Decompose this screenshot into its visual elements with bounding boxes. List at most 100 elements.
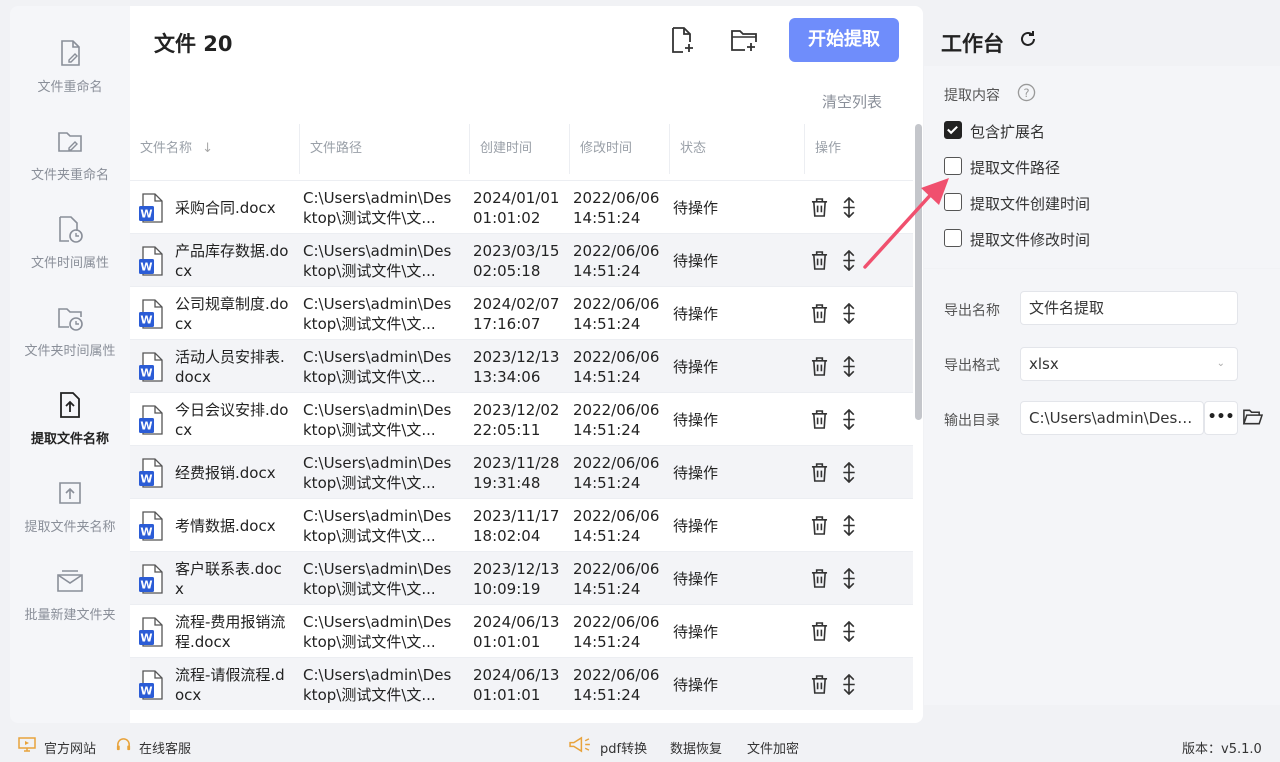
table-row[interactable]: W 客户联系表.docx C:\Users\admin\Desktop\测试文件\文…	[130, 551, 913, 604]
word-doc-icon: W	[139, 670, 163, 700]
status-cell: 待操作	[673, 499, 793, 552]
table-row[interactable]: W 今日会议安排.docx C:\Users\admin\Desktop\测试文件\…	[130, 392, 913, 445]
file-path-cell: C:\Users\admin\Desktop\测试文件\文...	[303, 393, 453, 446]
status-text: 待操作	[673, 675, 719, 694]
extract-path-label: 提取文件路径	[970, 159, 1061, 177]
move-icon[interactable]	[841, 568, 857, 589]
actions-cell	[803, 658, 903, 711]
file-encrypt-link[interactable]: 文件加密	[747, 738, 799, 757]
file-path: C:\Users\admin\Desktop\测试文件\文...	[303, 453, 452, 492]
table-row[interactable]: W 产品库存数据.docx C:\Users\admin\Desktop\测试文件\…	[130, 233, 913, 286]
svg-text:W: W	[140, 420, 152, 433]
modified-time-cell: 2022/06/06 14:51:24	[573, 605, 665, 658]
file-path: C:\Users\admin\Desktop\测试文件\文...	[303, 400, 452, 439]
file-name: 流程-请假流程.docx	[175, 665, 285, 704]
sidebar-item-extract-filename[interactable]: 提取文件名称	[10, 390, 130, 447]
sidebar-item-label: 文件重命名	[37, 80, 103, 95]
clear-list-button[interactable]: 清空列表	[822, 91, 882, 112]
file-path-cell: C:\Users\admin\Desktop\测试文件\文...	[303, 499, 453, 552]
svg-text:W: W	[140, 261, 152, 274]
sort-arrow-icon[interactable]: ↓	[202, 141, 213, 156]
table-row[interactable]: W 流程-请假流程.docx C:\Users\admin\Desktop\测试文件…	[130, 657, 913, 710]
modified-time: 2022/06/06 14:51:24	[573, 241, 660, 280]
file-name: 流程-费用报销流程.docx	[175, 612, 286, 651]
delete-icon[interactable]	[811, 622, 828, 641]
move-icon[interactable]	[841, 621, 857, 642]
data-recovery-link[interactable]: 数据恢复	[670, 738, 722, 757]
file-list-panel: 文件 20 开始提取 清空列表 文件名称 ↓ 文件路径 创建时间 修改时间 状态…	[130, 6, 923, 723]
status-text: 待操作	[673, 622, 719, 641]
delete-icon[interactable]	[811, 516, 828, 535]
move-icon[interactable]	[841, 356, 857, 377]
footer: 官方网站 在线客服 pdf转换 数据恢复 文件加密 版本：v5.1.0	[0, 726, 1280, 762]
export-name-input[interactable]: 文件名提取	[1020, 291, 1238, 325]
table-row[interactable]: W 考情数据.docx C:\Users\admin\Desktop\测试文件\文.…	[130, 498, 913, 551]
word-doc-icon: W	[139, 299, 163, 329]
table-row[interactable]: W 经费报销.docx C:\Users\admin\Desktop\测试文件\文.…	[130, 445, 913, 498]
move-icon[interactable]	[841, 515, 857, 536]
move-icon[interactable]	[841, 674, 857, 695]
file-path-cell: C:\Users\admin\Desktop\测试文件\文...	[303, 234, 453, 287]
table-row[interactable]: W 活动人员安排表.docx C:\Users\admin\Desktop\测试文件…	[130, 339, 913, 392]
delete-icon[interactable]	[811, 198, 828, 217]
move-icon[interactable]	[841, 303, 857, 324]
open-folder-icon[interactable]	[1242, 407, 1263, 427]
created-time-cell: 2023/12/13 10:09:19	[473, 552, 565, 605]
file-path: C:\Users\admin\Desktop\测试文件\文...	[303, 506, 452, 545]
word-doc-icon: W	[139, 617, 163, 647]
created-time: 2024/02/07 17:16:07	[473, 294, 560, 333]
file-path-cell: C:\Users\admin\Desktop\测试文件\文...	[303, 446, 453, 499]
sidebar-item-folder-rename[interactable]: 文件夹重命名	[10, 126, 130, 183]
file-name: 产品库存数据.docx	[175, 241, 289, 280]
modified-time-cell: 2022/06/06 14:51:24	[573, 287, 665, 340]
created-time: 2023/12/13 10:09:19	[473, 559, 560, 598]
online-support-link[interactable]: 在线客服	[139, 738, 191, 757]
export-settings-panel: 导出名称 文件名提取 导出格式 xlsx ⌄ 输出目录 C:\Users\admi…	[924, 269, 1280, 705]
column-header-name[interactable]: 文件名称 ↓	[130, 124, 300, 174]
pdf-convert-link[interactable]: pdf转换	[600, 738, 647, 757]
refresh-icon[interactable]	[1018, 29, 1038, 49]
start-extract-button[interactable]: 开始提取	[789, 18, 899, 62]
file-path-cell: C:\Users\admin\Desktop\测试文件\文...	[303, 181, 453, 234]
add-folder-icon[interactable]	[730, 26, 758, 54]
delete-icon[interactable]	[811, 463, 828, 482]
delete-icon[interactable]	[811, 410, 828, 429]
sidebar-item-folder-time[interactable]: 文件夹时间属性	[10, 302, 130, 359]
delete-icon[interactable]	[811, 675, 828, 694]
official-website-link[interactable]: 官方网站	[44, 738, 96, 757]
sidebar-item-batch-folder[interactable]: 批量新建文件夹	[10, 566, 130, 623]
delete-icon[interactable]	[811, 251, 828, 270]
file-name-cell: W 客户联系表.docx	[130, 552, 300, 605]
help-icon[interactable]: ?	[1017, 83, 1036, 102]
browse-more-button[interactable]: •••	[1204, 401, 1238, 435]
delete-icon[interactable]	[811, 569, 828, 588]
website-icon	[18, 737, 36, 752]
file-path: C:\Users\admin\Desktop\测试文件\文...	[303, 612, 452, 651]
sidebar-item-extract-foldername[interactable]: 提取文件夹名称	[10, 478, 130, 535]
delete-icon[interactable]	[811, 304, 828, 323]
status-text: 待操作	[673, 516, 719, 535]
table-row[interactable]: W 公司规章制度.docx C:\Users\admin\Desktop\测试文件\…	[130, 286, 913, 339]
file-path: C:\Users\admin\Desktop\测试文件\文...	[303, 559, 452, 598]
include-extension-checkbox[interactable]	[944, 121, 962, 139]
created-time: 2024/06/13 01:01:01	[473, 665, 560, 704]
add-file-icon[interactable]	[668, 26, 696, 54]
actions-cell	[803, 340, 903, 393]
output-dir-input[interactable]: C:\Users\admin\Desktop\	[1020, 401, 1204, 435]
created-time: 2023/03/15 02:05:18	[473, 241, 560, 280]
delete-icon[interactable]	[811, 357, 828, 376]
status-text: 待操作	[673, 569, 719, 588]
table-row[interactable]: W 采购合同.docx C:\Users\admin\Desktop\测试文件\文.…	[130, 180, 913, 233]
extract-content-label: 提取内容	[944, 88, 1000, 104]
sidebar-item-label: 批量新建文件夹	[24, 608, 116, 623]
sidebar-item-file-time[interactable]: 文件时间属性	[10, 214, 130, 271]
file-name: 活动人员安排表.docx	[175, 347, 285, 386]
file-path-cell: C:\Users\admin\Desktop\测试文件\文...	[303, 552, 453, 605]
export-format-select[interactable]: xlsx ⌄	[1020, 347, 1238, 381]
created-time-cell: 2023/12/02 22:05:11	[473, 393, 565, 446]
move-icon[interactable]	[841, 462, 857, 483]
sidebar-item-file-rename[interactable]: 文件重命名	[10, 38, 130, 95]
table-row[interactable]: W 流程-费用报销流程.docx C:\Users\admin\Desktop\测试…	[130, 604, 913, 657]
move-icon[interactable]	[841, 409, 857, 430]
modified-time-cell: 2022/06/06 14:51:24	[573, 499, 665, 552]
